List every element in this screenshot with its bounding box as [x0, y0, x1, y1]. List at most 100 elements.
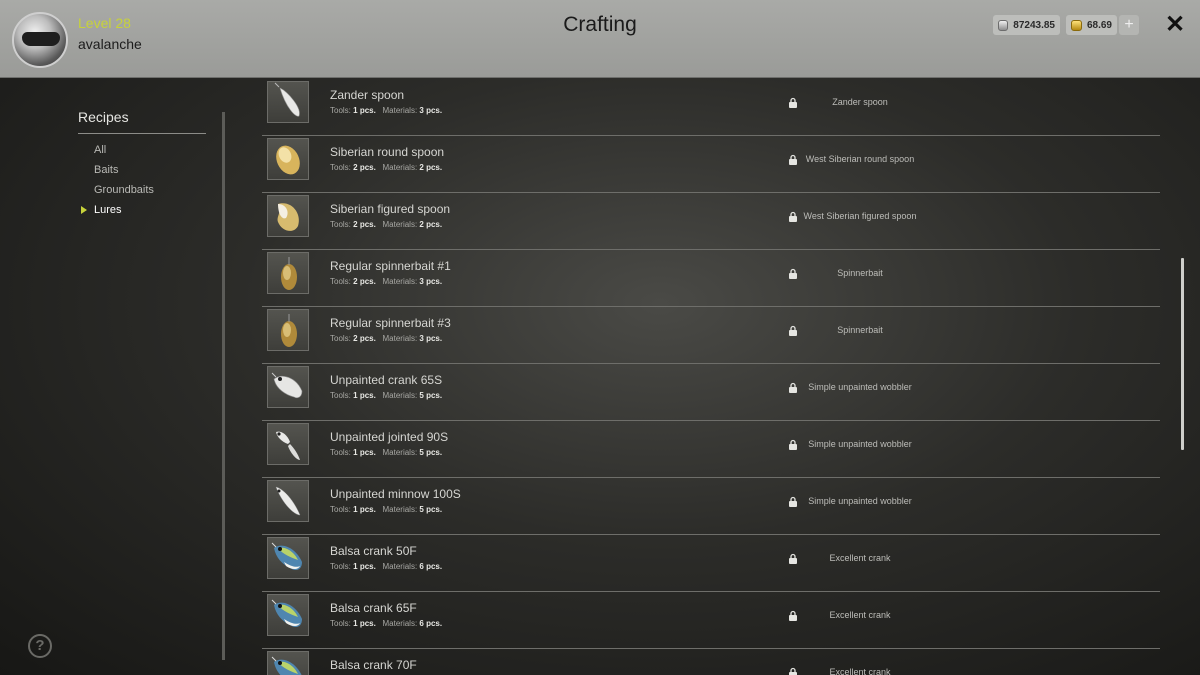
tools-label: Tools:: [330, 448, 351, 457]
recipe-name: Regular spinnerbait #1: [330, 259, 451, 273]
lock-icon: [789, 211, 797, 222]
unlock-requirement: Simple unpainted wobbler: [808, 439, 912, 449]
silver-balance: 87243.85: [993, 15, 1060, 35]
category-lures-label: Lures: [94, 204, 122, 216]
recipe-row[interactable]: Unpainted crank 65S Tools: 1 pcs. Materi…: [262, 364, 1160, 421]
balsa-crank-icon: [267, 651, 309, 675]
recipe-row[interactable]: Siberian figured spoon Tools: 2 pcs. Mat…: [262, 193, 1160, 250]
recipe-requirements: Tools: 2 pcs. Materials: 3 pcs.: [330, 334, 442, 343]
tools-count: 2 pcs.: [353, 220, 376, 229]
recipe-name: Regular spinnerbait #3: [330, 316, 451, 330]
lock-icon: [789, 325, 797, 336]
materials-count: 2 pcs.: [419, 220, 443, 229]
category-groundbaits[interactable]: Groundbaits: [94, 184, 154, 196]
tools-count: 1 pcs.: [353, 505, 376, 514]
selected-arrow-icon: [81, 206, 87, 214]
balsa-crank-icon: [267, 537, 309, 579]
lock-icon: [789, 667, 797, 675]
minnow-unpainted-icon: [267, 480, 309, 522]
tools-label: Tools:: [330, 163, 351, 172]
tools-label: Tools:: [330, 619, 351, 628]
recipe-row[interactable]: Siberian round spoon Tools: 2 pcs. Mater…: [262, 136, 1160, 193]
tools-label: Tools:: [330, 220, 351, 229]
tools-count: 1 pcs.: [353, 619, 376, 628]
recipe-row[interactable]: Balsa crank 65F Tools: 1 pcs. Materials:…: [262, 592, 1160, 649]
tools-count: 2 pcs.: [353, 334, 376, 343]
unlock-requirement: Excellent crank: [829, 610, 891, 620]
recipe-row[interactable]: Zander spoon Tools: 1 pcs. Materials: 3 …: [262, 79, 1160, 136]
materials-label: Materials:: [382, 505, 418, 514]
recipe-list: Zander spoon Tools: 1 pcs. Materials: 3 …: [262, 79, 1162, 675]
recipe-name: Unpainted minnow 100S: [330, 487, 461, 501]
unlock-requirement: Zander spoon: [832, 97, 888, 107]
materials-count: 6 pcs.: [419, 562, 443, 571]
list-scrollbar[interactable]: [1181, 258, 1184, 450]
lock-icon: [789, 382, 797, 393]
recipe-row[interactable]: Regular spinnerbait #1 Tools: 2 pcs. Mat…: [262, 250, 1160, 307]
recipe-requirements: Tools: 1 pcs. Materials: 3 pcs.: [330, 106, 442, 115]
balsa-crank-icon: [267, 594, 309, 636]
recipe-name: Balsa crank 65F: [330, 601, 417, 615]
materials-label: Materials:: [382, 277, 418, 286]
materials-count: 5 pcs.: [419, 448, 443, 457]
recipe-requirements: Tools: 1 pcs. Materials: 5 pcs.: [330, 448, 442, 457]
recipe-name: Balsa crank 70F: [330, 658, 417, 672]
lock-icon: [789, 496, 797, 507]
crank-unpainted-icon: [267, 366, 309, 408]
recipe-name: Zander spoon: [330, 88, 405, 102]
recipe-name: Unpainted jointed 90S: [330, 430, 449, 444]
materials-count: 3 pcs.: [419, 277, 443, 286]
unlock-requirement: Excellent crank: [829, 553, 891, 563]
gold-balance: 68.69: [1066, 15, 1117, 35]
unlock-requirement: Excellent crank: [829, 667, 891, 675]
silver-amount: 87243.85: [1013, 19, 1055, 31]
category-baits[interactable]: Baits: [94, 164, 118, 176]
recipe-requirements: Tools: 1 pcs. Materials: 5 pcs.: [330, 505, 442, 514]
recipe-name: Unpainted crank 65S: [330, 373, 443, 387]
spinner-icon: [267, 309, 309, 351]
recipe-name: Siberian round spoon: [330, 145, 445, 159]
category-lures[interactable]: Lures: [81, 204, 122, 216]
recipe-row[interactable]: Unpainted minnow 100S Tools: 1 pcs. Mate…: [262, 478, 1160, 535]
help-button[interactable]: ?: [28, 634, 52, 658]
tools-count: 1 pcs.: [353, 106, 376, 115]
recipe-requirements: Tools: 1 pcs. Materials: 6 pcs.: [330, 619, 442, 628]
spinner-icon: [267, 252, 309, 294]
tools-label: Tools:: [330, 106, 351, 115]
materials-label: Materials:: [382, 220, 418, 229]
jointed-unpainted-icon: [267, 423, 309, 465]
gold-coin-icon: [1071, 19, 1082, 31]
lock-icon: [789, 610, 797, 621]
recipe-row[interactable]: Regular spinnerbait #3 Tools: 2 pcs. Mat…: [262, 307, 1160, 364]
recipe-requirements: Tools: 1 pcs. Materials: 5 pcs.: [330, 391, 442, 400]
unlock-requirement: West Siberian figured spoon: [803, 211, 917, 221]
tools-count: 1 pcs.: [353, 391, 376, 400]
unlock-requirement: Simple unpainted wobbler: [808, 496, 912, 506]
recipe-row[interactable]: Unpainted jointed 90S Tools: 1 pcs. Mate…: [262, 421, 1160, 478]
materials-label: Materials:: [382, 334, 418, 343]
unlock-requirement: Simple unpainted wobbler: [808, 382, 912, 392]
tools-count: 2 pcs.: [353, 277, 376, 286]
materials-label: Materials:: [382, 562, 418, 571]
materials-label: Materials:: [382, 448, 418, 457]
unlock-requirement: West Siberian round spoon: [805, 154, 915, 164]
close-button[interactable]: ✕: [1163, 12, 1187, 38]
sidebar-divider: [222, 112, 225, 660]
tools-count: 1 pcs.: [353, 448, 376, 457]
recipe-row[interactable]: Balsa crank 70F Tools: 1 pcs. Materials:…: [262, 649, 1160, 675]
tools-label: Tools:: [330, 562, 351, 571]
materials-count: 3 pcs.: [419, 106, 443, 115]
recipe-requirements: Tools: 2 pcs. Materials: 3 pcs.: [330, 277, 442, 286]
spoon-round-icon: [267, 138, 309, 180]
recipe-name: Balsa crank 50F: [330, 544, 417, 558]
recipe-row[interactable]: Balsa crank 50F Tools: 1 pcs. Materials:…: [262, 535, 1160, 592]
recipes-divider: [78, 133, 206, 134]
lock-icon: [789, 97, 797, 108]
materials-count: 5 pcs.: [419, 505, 443, 514]
tools-label: Tools:: [330, 334, 351, 343]
add-currency-button[interactable]: +: [1119, 15, 1139, 35]
player-name: avalanche: [78, 36, 142, 52]
category-all[interactable]: All: [94, 144, 106, 156]
recipe-requirements: Tools: 2 pcs. Materials: 2 pcs.: [330, 163, 442, 172]
materials-count: 3 pcs.: [419, 334, 443, 343]
